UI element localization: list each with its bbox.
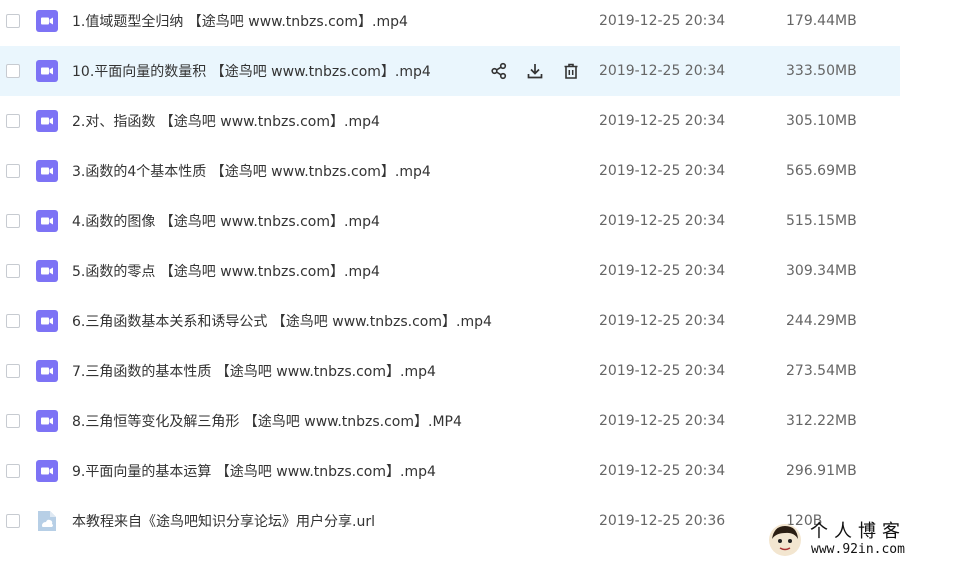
video-file-icon (36, 10, 58, 32)
row-checkbox[interactable] (6, 214, 20, 228)
video-file-icon (36, 460, 58, 482)
video-file-icon (36, 260, 58, 282)
file-row[interactable]: 8.三角恒等变化及解三角形 【途鸟吧 www.tnbzs.com】.MP4 201… (0, 396, 900, 446)
row-checkbox[interactable] (6, 164, 20, 178)
file-name[interactable]: 9.平面向量的基本运算 【途鸟吧 www.tnbzs.com】.mp4 (72, 461, 436, 481)
file-name[interactable]: 10.平面向量的数量积 【途鸟吧 www.tnbzs.com】.mp4 (72, 61, 431, 81)
file-date: 2019-12-25 20:34 (599, 163, 726, 179)
file-name[interactable]: 3.函数的4个基本性质 【途鸟吧 www.tnbzs.com】.mp4 (72, 161, 431, 181)
file-date: 2019-12-25 20:34 (599, 463, 726, 479)
row-checkbox[interactable] (6, 114, 20, 128)
file-name[interactable]: 本教程来自《途鸟吧知识分享论坛》用户分享.url (72, 511, 375, 531)
url-file-icon (36, 510, 58, 532)
file-row[interactable]: 10.平面向量的数量积 【途鸟吧 www.tnbzs.com】.mp4 2019-… (0, 46, 900, 96)
file-size: 179.44MB (786, 13, 857, 29)
file-row[interactable]: 3.函数的4个基本性质 【途鸟吧 www.tnbzs.com】.mp4 2019-… (0, 146, 900, 196)
file-size: 565.69MB (786, 163, 857, 179)
download-icon[interactable] (525, 61, 545, 81)
video-file-icon (36, 310, 58, 332)
file-name[interactable]: 8.三角恒等变化及解三角形 【途鸟吧 www.tnbzs.com】.MP4 (72, 411, 462, 431)
row-checkbox[interactable] (6, 314, 20, 328)
file-row[interactable]: 2.对、指函数 【途鸟吧 www.tnbzs.com】.mp4 2019-12-2… (0, 96, 900, 146)
row-checkbox[interactable] (6, 264, 20, 278)
row-checkbox[interactable] (6, 464, 20, 478)
video-file-icon (36, 410, 58, 432)
file-row[interactable]: 1.值域题型全归纳 【途鸟吧 www.tnbzs.com】.mp4 2019-12… (0, 0, 900, 46)
video-file-icon (36, 210, 58, 232)
video-file-icon (36, 160, 58, 182)
share-icon[interactable] (489, 61, 509, 81)
video-file-icon (36, 110, 58, 132)
file-size: 305.10MB (786, 113, 857, 129)
video-file-icon (36, 360, 58, 382)
row-checkbox[interactable] (6, 14, 20, 28)
file-date: 2019-12-25 20:34 (599, 413, 726, 429)
file-date: 2019-12-25 20:36 (599, 513, 726, 529)
row-checkbox[interactable] (6, 414, 20, 428)
file-row[interactable]: 本教程来自《途鸟吧知识分享论坛》用户分享.url 2019-12-25 20:36… (0, 496, 900, 546)
file-date: 2019-12-25 20:34 (599, 363, 726, 379)
file-name[interactable]: 7.三角函数的基本性质 【途鸟吧 www.tnbzs.com】.mp4 (72, 361, 436, 381)
file-date: 2019-12-25 20:34 (599, 63, 726, 79)
file-name[interactable]: 4.函数的图像 【途鸟吧 www.tnbzs.com】.mp4 (72, 211, 380, 231)
row-actions (489, 61, 581, 81)
file-row[interactable]: 4.函数的图像 【途鸟吧 www.tnbzs.com】.mp4 2019-12-2… (0, 196, 900, 246)
file-date: 2019-12-25 20:34 (599, 113, 726, 129)
avatar-logo (769, 523, 801, 556)
row-checkbox[interactable] (6, 364, 20, 378)
file-row[interactable]: 5.函数的零点 【途鸟吧 www.tnbzs.com】.mp4 2019-12-2… (0, 246, 900, 296)
file-size: 273.54MB (786, 363, 857, 379)
row-checkbox[interactable] (6, 64, 20, 78)
file-row[interactable]: 9.平面向量的基本运算 【途鸟吧 www.tnbzs.com】.mp4 2019-… (0, 446, 900, 496)
file-date: 2019-12-25 20:34 (599, 263, 726, 279)
file-date: 2019-12-25 20:34 (599, 213, 726, 229)
file-name[interactable]: 2.对、指函数 【途鸟吧 www.tnbzs.com】.mp4 (72, 111, 380, 131)
file-name[interactable]: 6.三角函数基本关系和诱导公式 【途鸟吧 www.tnbzs.com】.mp4 (72, 311, 492, 331)
file-size: 244.29MB (786, 313, 857, 329)
file-date: 2019-12-25 20:34 (599, 313, 726, 329)
file-name[interactable]: 1.值域题型全归纳 【途鸟吧 www.tnbzs.com】.mp4 (72, 11, 408, 31)
file-size: 515.15MB (786, 213, 857, 229)
file-row[interactable]: 7.三角函数的基本性质 【途鸟吧 www.tnbzs.com】.mp4 2019-… (0, 346, 900, 396)
file-row[interactable]: 6.三角函数基本关系和诱导公式 【途鸟吧 www.tnbzs.com】.mp4 2… (0, 296, 900, 346)
file-name[interactable]: 5.函数的零点 【途鸟吧 www.tnbzs.com】.mp4 (72, 261, 380, 281)
video-file-icon (36, 60, 58, 82)
file-date: 2019-12-25 20:34 (599, 13, 726, 29)
file-size: 333.50MB (786, 63, 857, 79)
row-checkbox[interactable] (6, 514, 20, 528)
watermark-url: www.92in.com (811, 541, 905, 557)
file-size: 312.22MB (786, 413, 857, 429)
file-size: 309.34MB (786, 263, 857, 279)
watermark-title: 个人博客 (810, 520, 906, 542)
delete-icon[interactable] (561, 61, 581, 81)
watermark: 个人博客 www.92in.com (768, 518, 962, 561)
file-size: 296.91MB (786, 463, 857, 479)
